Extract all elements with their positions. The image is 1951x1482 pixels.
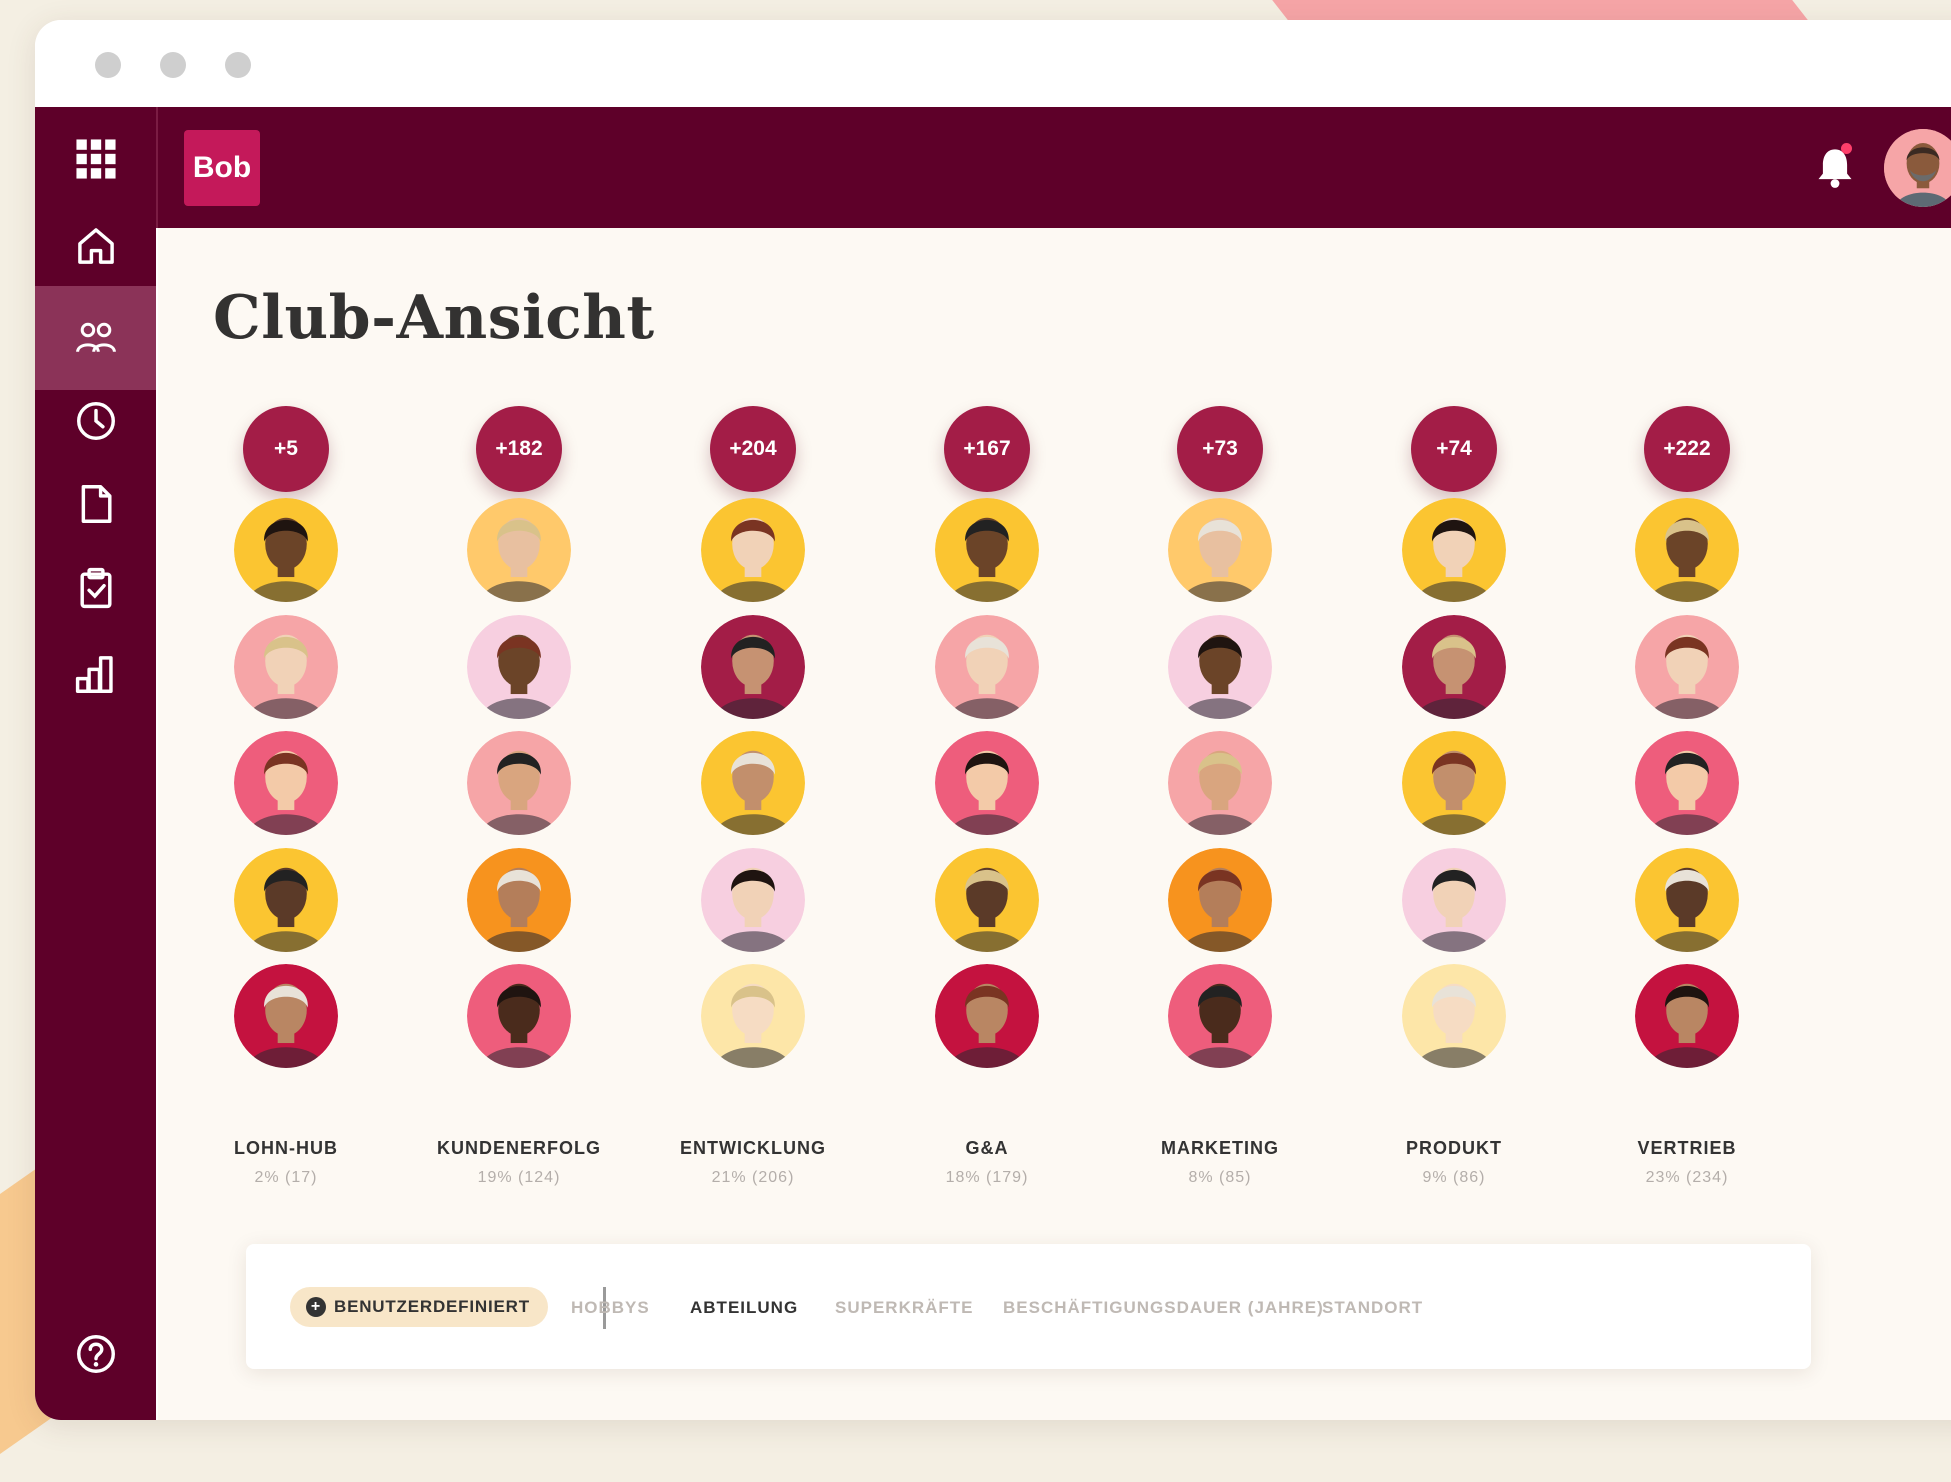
sidebar-item-analytics[interactable] bbox=[35, 622, 156, 726]
filter-bar: + BENUTZERDEFINIERT HOBBYS ABTEILUNG SUP… bbox=[246, 1244, 1811, 1369]
member-avatar[interactable] bbox=[234, 731, 338, 835]
page-title: Club-Ansicht bbox=[213, 283, 655, 353]
member-count-badge[interactable]: +182 bbox=[476, 406, 562, 492]
home-icon bbox=[77, 228, 114, 264]
member-count-badge[interactable]: +74 bbox=[1411, 406, 1497, 492]
member-count-badge[interactable]: +5 bbox=[243, 406, 329, 492]
main-content: Club-Ansicht +5 LOHN-HUB 2% (17) +182 KUNDEN… bbox=[158, 228, 1951, 1420]
member-avatar[interactable] bbox=[935, 731, 1039, 835]
member-avatar[interactable] bbox=[1635, 498, 1739, 602]
member-avatar[interactable] bbox=[1402, 615, 1506, 719]
member-avatar[interactable] bbox=[935, 498, 1039, 602]
top-bar: Bob bbox=[156, 107, 1951, 228]
department-name: KUNDENERFOLG bbox=[437, 1138, 601, 1158]
department-name: MARKETING bbox=[1161, 1138, 1279, 1158]
member-avatar[interactable] bbox=[467, 964, 571, 1068]
member-avatar[interactable] bbox=[1635, 731, 1739, 835]
department-name: PRODUKT bbox=[1406, 1138, 1502, 1158]
department-name: ENTWICKLUNG bbox=[680, 1138, 826, 1158]
member-count-badge[interactable]: +204 bbox=[710, 406, 796, 492]
bob-logo[interactable]: Bob bbox=[184, 130, 260, 206]
help-icon bbox=[76, 1335, 115, 1373]
member-avatar[interactable] bbox=[1168, 964, 1272, 1068]
member-avatar[interactable] bbox=[1168, 498, 1272, 602]
member-avatar[interactable] bbox=[701, 731, 805, 835]
plus-icon: + bbox=[306, 1297, 326, 1317]
clipboard-icon bbox=[79, 567, 112, 609]
member-avatar[interactable] bbox=[1635, 964, 1739, 1068]
sidebar-item-help[interactable] bbox=[35, 1302, 156, 1406]
user-avatar[interactable] bbox=[1884, 129, 1951, 207]
member-avatar[interactable] bbox=[234, 498, 338, 602]
background-decoration bbox=[1272, 0, 1808, 20]
department-share: 9% (86) bbox=[1422, 1169, 1486, 1186]
member-avatar[interactable] bbox=[701, 498, 805, 602]
department-name: VERTRIEB bbox=[1637, 1138, 1737, 1158]
member-avatar[interactable] bbox=[234, 964, 338, 1068]
department-share: 21% (206) bbox=[711, 1169, 795, 1186]
member-avatar[interactable] bbox=[467, 498, 571, 602]
tab-hobbys[interactable]: HOBBYS bbox=[571, 1298, 650, 1318]
app-window: Bob Club-Ansicht +5 LOHN-HUB 2% (17) +182 KU… bbox=[35, 20, 1951, 1420]
member-avatar[interactable] bbox=[935, 615, 1039, 719]
bar-chart-icon bbox=[75, 656, 113, 693]
people-icon bbox=[75, 322, 116, 353]
member-avatar[interactable] bbox=[935, 848, 1039, 952]
member-avatar[interactable] bbox=[701, 964, 805, 1068]
member-avatar[interactable] bbox=[1168, 848, 1272, 952]
member-avatar[interactable] bbox=[467, 615, 571, 719]
member-avatar[interactable] bbox=[234, 848, 338, 952]
member-avatar[interactable] bbox=[234, 615, 338, 719]
document-icon bbox=[81, 485, 112, 523]
member-avatar[interactable] bbox=[1402, 848, 1506, 952]
tab-superkraefte[interactable]: SUPERKRÄFTE bbox=[835, 1298, 974, 1318]
custom-filter-label: BENUTZERDEFINIERT bbox=[334, 1297, 530, 1316]
member-count-badge[interactable]: +73 bbox=[1177, 406, 1263, 492]
department-name: G&A bbox=[965, 1138, 1009, 1158]
member-avatar[interactable] bbox=[701, 615, 805, 719]
window-control-dot[interactable] bbox=[160, 52, 186, 78]
sidebar bbox=[35, 107, 156, 1420]
member-avatar[interactable] bbox=[1168, 615, 1272, 719]
clock-icon bbox=[76, 402, 115, 440]
department-share: 8% (85) bbox=[1188, 1169, 1252, 1186]
department-share: 2% (17) bbox=[254, 1169, 318, 1186]
member-avatar[interactable] bbox=[467, 731, 571, 835]
tab-standort[interactable]: STANDORT bbox=[1322, 1298, 1423, 1318]
department-share: 23% (234) bbox=[1645, 1169, 1729, 1186]
member-avatar[interactable] bbox=[935, 964, 1039, 1068]
member-avatar[interactable] bbox=[1402, 964, 1506, 1068]
member-avatar[interactable] bbox=[1402, 498, 1506, 602]
sidebar-item-home[interactable] bbox=[35, 194, 156, 298]
member-count-badge[interactable]: +167 bbox=[944, 406, 1030, 492]
tab-abteilung[interactable]: ABTEILUNG bbox=[690, 1298, 798, 1318]
member-avatar[interactable] bbox=[1402, 731, 1506, 835]
grid-icon bbox=[75, 139, 116, 179]
member-avatar[interactable] bbox=[1635, 615, 1739, 719]
department-share: 19% (124) bbox=[477, 1169, 561, 1186]
notification-badge bbox=[1841, 143, 1852, 154]
window-titlebar bbox=[35, 20, 1951, 107]
member-avatar[interactable] bbox=[701, 848, 805, 952]
department-name: LOHN-HUB bbox=[234, 1138, 338, 1158]
window-control-dot[interactable] bbox=[95, 52, 121, 78]
custom-filter-button[interactable]: + BENUTZERDEFINIERT bbox=[290, 1287, 548, 1327]
member-avatar[interactable] bbox=[1635, 848, 1739, 952]
tab-beschaeftigungsdauer[interactable]: BESCHÄFTIGUNGSDAUER (JAHRE) bbox=[1003, 1298, 1324, 1318]
member-avatar[interactable] bbox=[467, 848, 571, 952]
window-control-dot[interactable] bbox=[225, 52, 251, 78]
member-avatar[interactable] bbox=[1168, 731, 1272, 835]
member-count-badge[interactable]: +222 bbox=[1644, 406, 1730, 492]
department-share: 18% (179) bbox=[945, 1169, 1029, 1186]
